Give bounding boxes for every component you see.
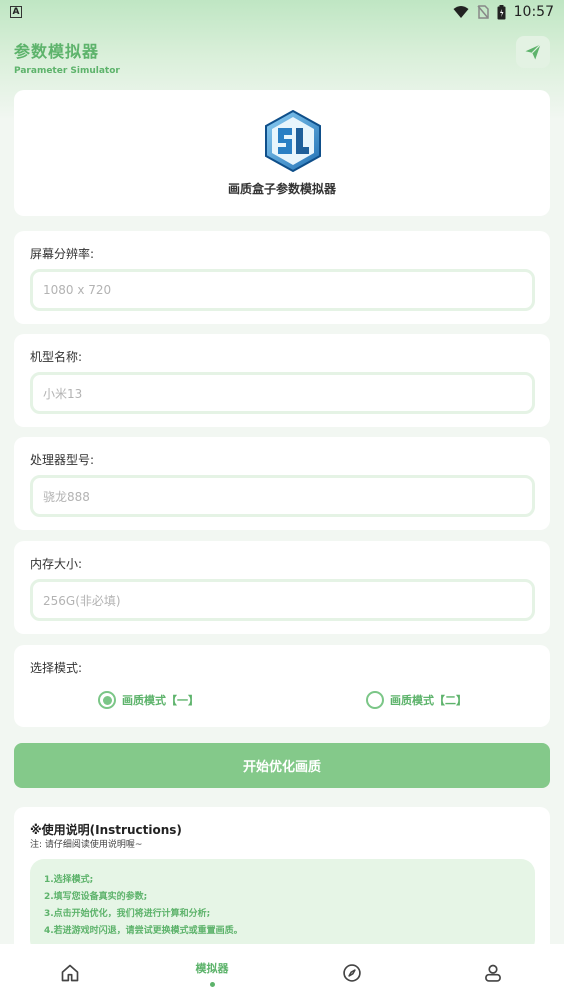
send-icon [525, 44, 541, 60]
bottom-nav: 模拟器 [0, 944, 564, 1002]
mode-label: 选择模式: [30, 661, 83, 675]
processor-card: 处理器型号: 骁龙888 [14, 437, 550, 530]
radio-unselected-icon[interactable] [366, 691, 384, 709]
instruction-line: 3.点击开始优化，我们将进行计算和分析; [44, 909, 211, 919]
mode-card: 选择模式: 画质模式【一】 画质模式【二】 [14, 645, 550, 727]
resolution-label: 屏幕分辨率: [30, 247, 95, 261]
instructions-card: ※使用说明(Instructions) 注: 请仔细阅读使用说明喔~ 1.选择模… [14, 807, 550, 967]
app-name: 画质盒子参数模拟器 [227, 182, 336, 196]
memory-card: 内存大小: 256G(非必填) [14, 541, 550, 634]
nav-profile[interactable] [463, 944, 523, 1002]
mode-option-2[interactable]: 画质模式【二】 [366, 691, 467, 709]
resolution-card: 屏幕分辨率: 1080 x 720 [14, 231, 550, 324]
status-time: 10:57 [513, 4, 554, 20]
send-button[interactable] [516, 36, 550, 68]
start-optimize-button[interactable]: 开始优化画质 [14, 743, 550, 788]
mode-option-1[interactable]: 画质模式【一】 [98, 691, 199, 709]
memory-label: 内存大小: [30, 557, 83, 571]
instructions-note: 注: 请仔细阅读使用说明喔~ [30, 840, 143, 850]
page-title: 参数模拟器 [14, 42, 100, 61]
app-notification-icon: A [10, 6, 22, 18]
status-bar: A 10:57 [0, 0, 564, 24]
memory-input[interactable]: 256G(非必填) [30, 579, 535, 621]
processor-input[interactable]: 骁龙888 [30, 475, 535, 517]
radio-selected-icon[interactable] [98, 691, 116, 709]
device-model-input[interactable]: 小米13 [30, 372, 535, 414]
home-icon [61, 964, 79, 982]
app-logo [265, 110, 321, 172]
instructions-box: 1.选择模式; 2.填写您设备真实的参数; 3.点击开始优化，我们将进行计算和分… [30, 859, 535, 954]
nav-simulator-label: 模拟器 [195, 961, 229, 975]
compass-icon [343, 964, 361, 982]
nav-home[interactable] [40, 944, 100, 1002]
processor-label: 处理器型号: [30, 453, 95, 467]
device-model-label: 机型名称: [30, 350, 83, 364]
instruction-line: 1.选择模式; [44, 875, 94, 885]
page-subtitle: Parameter Simulator [14, 66, 120, 76]
nav-discover[interactable] [322, 944, 382, 1002]
wifi-icon [453, 6, 469, 18]
app-header: 参数模拟器 Parameter Simulator [14, 38, 120, 76]
mode-option-2-label: 画质模式【二】 [390, 694, 467, 707]
mode-option-1-label: 画质模式【一】 [122, 694, 199, 707]
instructions-title: ※使用说明(Instructions) [30, 823, 182, 837]
no-sim-icon [477, 5, 489, 19]
instruction-line: 2.填写您设备真实的参数; [44, 892, 148, 902]
nav-simulator[interactable]: 模拟器 [182, 944, 242, 1002]
active-indicator [209, 981, 215, 987]
device-model-card: 机型名称: 小米13 [14, 334, 550, 427]
instruction-line: 4.若进游戏时闪退，请尝试更换模式或重置画质。 [44, 926, 243, 936]
profile-icon [485, 964, 501, 982]
battery-icon [497, 4, 506, 19]
logo-card: 画质盒子参数模拟器 [14, 90, 550, 216]
resolution-input[interactable]: 1080 x 720 [30, 269, 535, 311]
